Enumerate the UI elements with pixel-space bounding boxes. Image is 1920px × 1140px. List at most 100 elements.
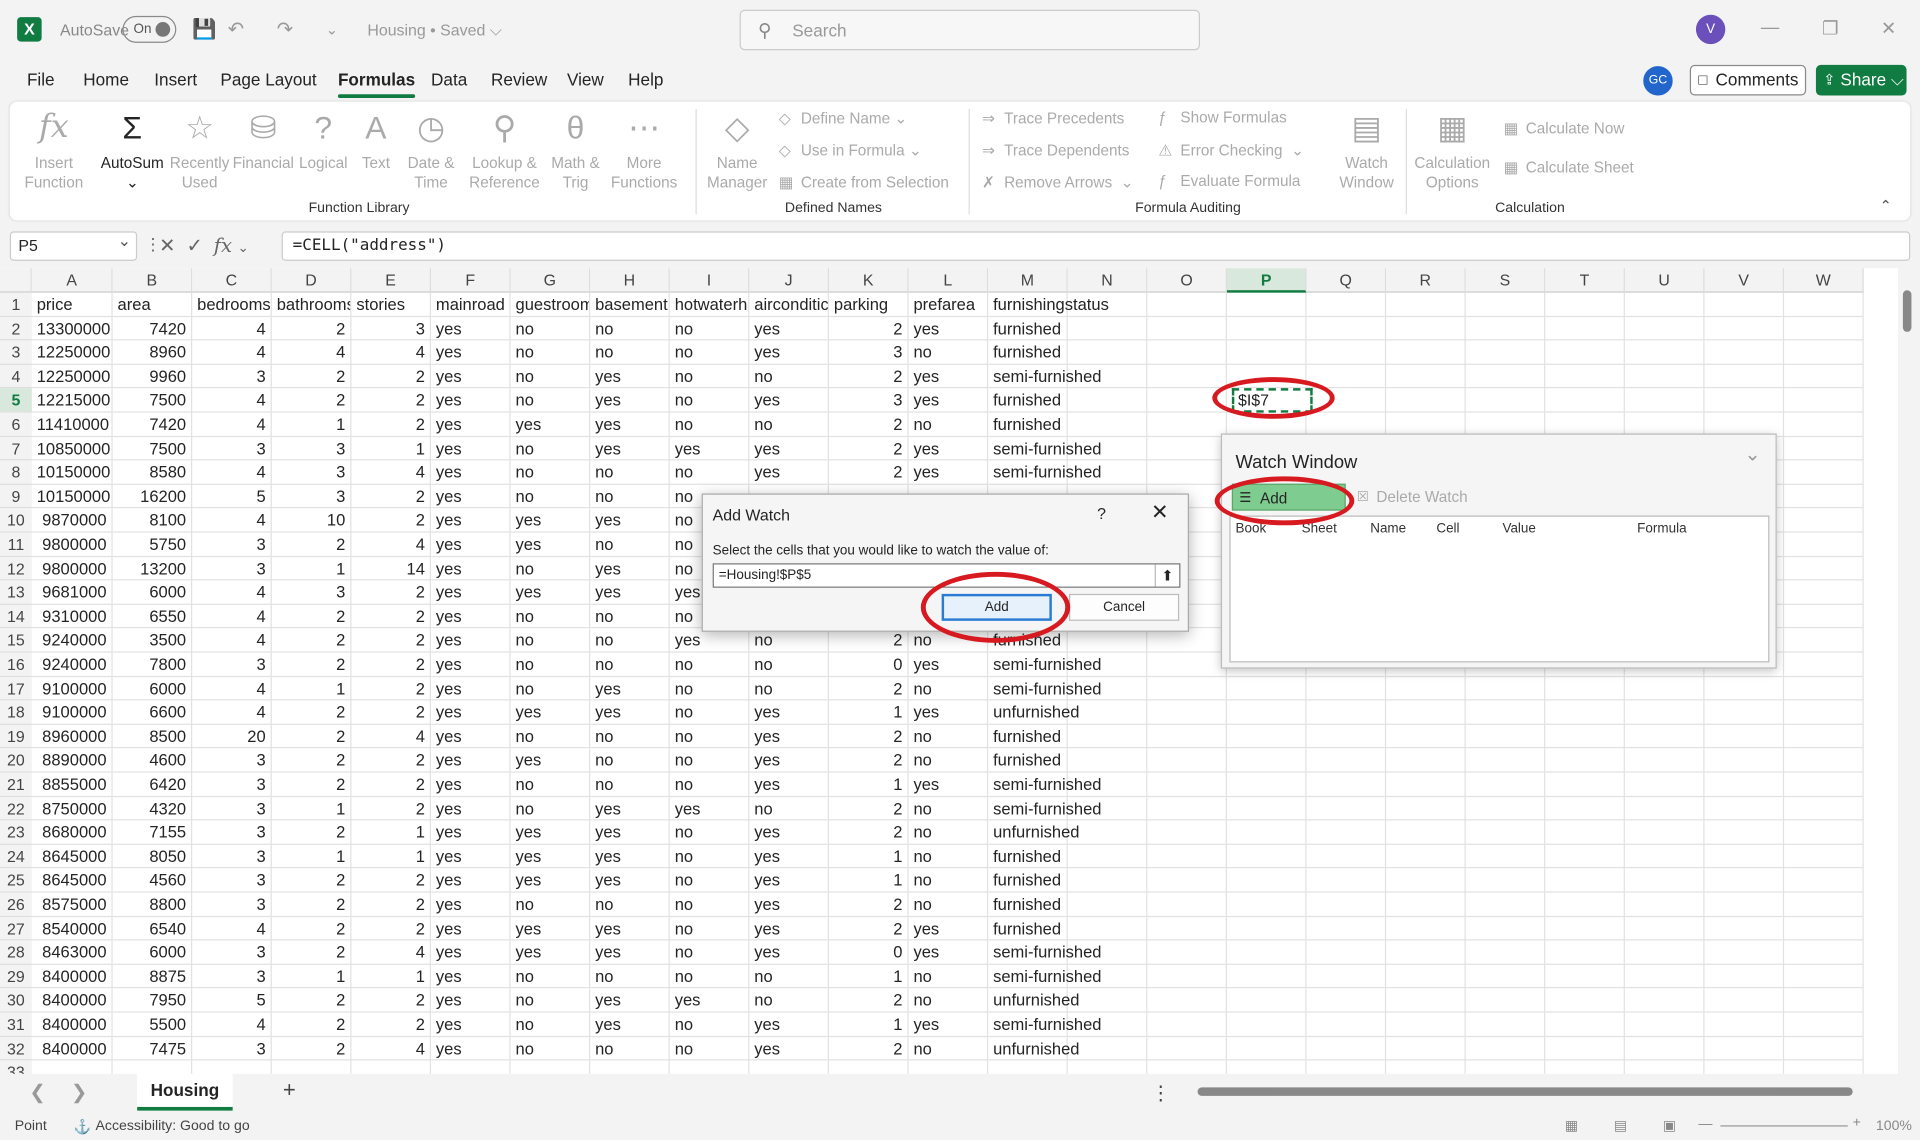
grid-cell[interactable] <box>1545 868 1625 893</box>
grid-cell[interactable] <box>1704 364 1785 389</box>
grid-cell[interactable]: no <box>510 988 591 1013</box>
grid-cell[interactable]: unfurnished <box>988 1036 1079 1061</box>
grid-cell[interactable]: 1 <box>828 1012 909 1037</box>
grid-cell[interactable] <box>1386 844 1466 869</box>
grid-cell[interactable]: yes <box>749 724 829 749</box>
row-header[interactable]: 20 <box>0 748 32 773</box>
grid-cell[interactable]: 1 <box>271 676 352 701</box>
grid-cell[interactable] <box>1306 1036 1387 1061</box>
grid-cell[interactable] <box>1465 940 1546 965</box>
autosave-toggle[interactable]: On <box>122 15 177 43</box>
grid-cell[interactable]: no <box>669 652 750 677</box>
horizontal-scrollbar[interactable] <box>1185 1082 1895 1099</box>
grid-cell[interactable] <box>1624 364 1705 389</box>
grid-cell[interactable]: yes <box>590 868 670 893</box>
grid-cell[interactable]: 10850000 <box>31 436 113 461</box>
row-header[interactable]: 4 <box>0 364 32 389</box>
grid-cell[interactable] <box>1624 964 1705 989</box>
grid-cell[interactable] <box>1386 916 1466 941</box>
grid-cell[interactable] <box>1624 748 1705 773</box>
grid-cell[interactable] <box>1147 412 1227 437</box>
grid-cell[interactable]: 10 <box>271 508 352 533</box>
row-header[interactable]: 28 <box>0 940 32 965</box>
grid-cell[interactable]: no <box>669 676 750 701</box>
grid-cell[interactable] <box>1624 700 1705 725</box>
grid-cell[interactable]: yes <box>431 676 511 701</box>
grid-cell[interactable]: 3 <box>192 532 272 557</box>
grid-cell[interactable]: yes <box>431 772 511 797</box>
row-header[interactable]: 25 <box>0 868 32 893</box>
grid-cell[interactable]: no <box>749 964 829 989</box>
grid-cell[interactable]: 4 <box>351 1036 432 1061</box>
grid-cell[interactable] <box>1306 964 1387 989</box>
page-break-icon[interactable]: ▣ <box>1663 1117 1676 1134</box>
row-header[interactable]: 1 <box>0 292 32 317</box>
row-header[interactable]: 15 <box>0 628 32 653</box>
grid-cell[interactable]: 3 <box>828 388 909 413</box>
grid-cell[interactable] <box>1784 628 1864 653</box>
enter-icon[interactable]: ✓ <box>186 236 202 257</box>
grid-cell[interactable] <box>1784 1012 1864 1037</box>
grid-cell[interactable]: yes <box>749 772 829 797</box>
grid-cell[interactable] <box>1067 916 1148 941</box>
grid-cell[interactable] <box>1545 700 1625 725</box>
grid-cell[interactable] <box>1226 748 1307 773</box>
grid-cell[interactable]: no <box>510 796 591 821</box>
grid-cell[interactable]: stories <box>351 292 432 317</box>
grid-cell[interactable]: 0 <box>828 940 909 965</box>
grid-cell[interactable]: yes <box>431 556 511 581</box>
grid-cell[interactable]: no <box>669 700 750 725</box>
grid-cell[interactable] <box>1067 388 1148 413</box>
grid-cell[interactable]: 3 <box>192 652 272 677</box>
grid-cell[interactable]: yes <box>749 340 829 365</box>
grid-cell[interactable]: 9310000 <box>31 604 113 629</box>
grid-cell[interactable]: 4 <box>192 700 272 725</box>
collapse-dialog-icon[interactable]: ⬆ <box>1154 564 1179 587</box>
grid-cell[interactable]: yes <box>590 388 670 413</box>
grid-cell[interactable] <box>1545 388 1625 413</box>
column-header[interactable]: L <box>908 268 989 293</box>
grid-cell[interactable] <box>1545 796 1625 821</box>
grid-cell[interactable]: yes <box>431 604 511 629</box>
evaluate-formula-button[interactable]: ƒ Evaluate Formula <box>1158 173 1300 190</box>
grid-cell[interactable] <box>1624 868 1705 893</box>
grid-cell[interactable] <box>1545 748 1625 773</box>
zoom-level[interactable]: 100% <box>1876 1119 1912 1134</box>
grid-cell[interactable]: no <box>590 892 670 917</box>
error-checking-button[interactable]: ⚠ Error Checking ⌄ <box>1158 141 1303 159</box>
grid-cell[interactable]: 2 <box>271 892 352 917</box>
grid-cell[interactable]: 2 <box>271 388 352 413</box>
grid-cell[interactable]: yes <box>590 796 670 821</box>
grid-cell[interactable]: yes <box>908 460 989 485</box>
grid-cell[interactable]: 1 <box>271 556 352 581</box>
grid-cell[interactable]: furnished <box>988 388 1068 413</box>
grid-cell[interactable]: 6550 <box>112 604 193 629</box>
grid-cell[interactable]: no <box>510 460 591 485</box>
grid-cell[interactable]: 7155 <box>112 820 193 845</box>
grid-cell[interactable]: 4 <box>351 460 432 485</box>
grid-cell[interactable] <box>1784 940 1864 965</box>
grid-cell[interactable]: 4 <box>351 940 432 965</box>
redo-icon[interactable]: ↷ <box>277 17 293 41</box>
grid-cell[interactable] <box>1705 1060 1785 1074</box>
row-header[interactable]: 7 <box>0 436 32 461</box>
grid-cell[interactable] <box>1386 796 1466 821</box>
grid-cell[interactable]: mainroad <box>431 292 511 317</box>
grid-cell[interactable] <box>1147 772 1227 797</box>
grid-cell[interactable] <box>272 1060 352 1074</box>
grid-cell[interactable] <box>1624 340 1705 365</box>
grid-cell[interactable] <box>1704 820 1785 845</box>
grid-cell[interactable]: 1 <box>351 820 432 845</box>
grid-cell[interactable] <box>1147 292 1227 317</box>
grid-cell[interactable]: yes <box>431 364 511 389</box>
grid-cell[interactable] <box>1067 292 1148 317</box>
grid-cell[interactable] <box>1306 1012 1387 1037</box>
grid-cell[interactable]: 13200 <box>112 556 193 581</box>
grid-cell[interactable] <box>1466 1060 1546 1074</box>
grid-cell[interactable]: no <box>590 772 670 797</box>
grid-cell[interactable] <box>1147 1060 1227 1074</box>
grid-cell[interactable] <box>1306 676 1387 701</box>
grid-cell[interactable] <box>1624 292 1705 317</box>
grid-cell[interactable] <box>1624 772 1705 797</box>
grid-cell[interactable]: yes <box>431 940 511 965</box>
